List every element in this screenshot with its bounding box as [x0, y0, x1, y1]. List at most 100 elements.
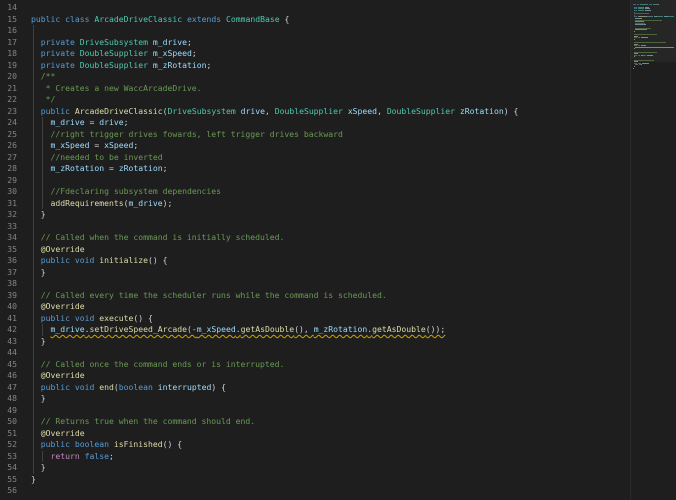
line-number: 25: [7, 128, 17, 139]
code-line[interactable]: 30 //Fdeclaring subsystem dependencies: [0, 186, 630, 198]
code-line[interactable]: 52 public boolean isFinished() {: [0, 439, 630, 451]
code-line[interactable]: 17 private DriveSubsystem m_drive;: [0, 37, 630, 49]
code-line[interactable]: 50 // Returns true when the command shou…: [0, 416, 630, 428]
line-number: 24: [7, 117, 17, 127]
line-number: 51: [7, 427, 17, 438]
variable-token: xSpeed: [104, 140, 134, 150]
code-line[interactable]: 51 @Override: [0, 428, 630, 440]
code-line[interactable]: 23 public ArcadeDriveClassic(DriveSubsys…: [0, 106, 630, 118]
line-number: 16: [7, 25, 17, 35]
comment-token: //needed to be inverted: [50, 151, 163, 162]
minimap-line: [634, 48, 635, 50]
code-line[interactable]: 14: [0, 2, 630, 14]
code-line[interactable]: 19 private DoubleSupplier m_zRotation;: [0, 60, 630, 72]
code-text: //Fdeclaring subsystem dependencies: [31, 186, 222, 198]
function-token: getAsDouble: [372, 324, 426, 334]
minimap-line: [641, 64, 642, 66]
punctuation-token: }: [40, 335, 46, 346]
code-line[interactable]: 37 }: [0, 267, 630, 279]
code-text: return false;: [31, 451, 114, 463]
code-line[interactable]: 34 // Called when the command is initial…: [0, 232, 630, 244]
minimap-line: [646, 37, 648, 39]
punctuation-token: );: [162, 197, 173, 208]
line-number: 15: [7, 13, 17, 24]
code-text: */: [31, 94, 56, 106]
code-line[interactable]: 18 private DoubleSupplier m_xSpeed;: [0, 48, 630, 60]
code-line[interactable]: 21 * Creates a new WaccArcadeDrive.: [0, 83, 630, 95]
keyword-token: private: [40, 36, 75, 47]
code-line[interactable]: 28 m_zRotation = zRotation;: [0, 163, 630, 175]
code-text: //needed to be inverted: [31, 152, 163, 164]
code-line[interactable]: 27 //needed to be inverted: [0, 152, 630, 164]
comment-token: //right trigger drives fowards, left tri…: [50, 128, 343, 139]
code-line[interactable]: 29: [0, 175, 630, 187]
punctuation-token: {: [279, 13, 290, 24]
code-line[interactable]: 49: [0, 405, 630, 417]
type-token: DoubleSupplier: [386, 105, 456, 116]
minimap-line: [657, 16, 663, 18]
line-number: 39: [7, 289, 17, 300]
line-number: 38: [7, 278, 17, 288]
code-line[interactable]: 15 public class ArcadeDriveClassic extend…: [0, 14, 630, 26]
code-line[interactable]: 33: [0, 221, 630, 233]
code-line[interactable]: 36 public void initialize() {: [0, 255, 630, 267]
code-line[interactable]: 53 return false;: [0, 451, 630, 463]
code-text: private DoubleSupplier m_xSpeed;: [31, 48, 197, 60]
code-line[interactable]: 42 m_drive.setDriveSpeed_Arcade(-m_xSpee…: [0, 324, 630, 336]
punctuation-token: ,: [264, 105, 275, 116]
code-line[interactable]: 55}: [0, 474, 630, 486]
code-line[interactable]: 22 */: [0, 94, 630, 106]
code-line[interactable]: 43 }: [0, 336, 630, 348]
code-text: public boolean isFinished() {: [31, 439, 182, 451]
line-number: 33: [7, 220, 17, 231]
minimap-line: [647, 62, 649, 64]
code-line[interactable]: 54 }: [0, 462, 630, 474]
punctuation-token: ) {: [211, 381, 226, 392]
code-text: // Called every time the scheduler runs …: [31, 290, 387, 302]
punctuation-token: ;: [123, 117, 129, 127]
minimap-line: [649, 3, 652, 5]
code-line[interactable]: 38: [0, 278, 630, 290]
line-number: 17: [7, 36, 17, 47]
code-line[interactable]: 39 // Called every time the scheduler ru…: [0, 290, 630, 302]
code-line[interactable]: 46 @Override: [0, 370, 630, 382]
code-line[interactable]: 16: [0, 25, 630, 37]
variable-token: m_zRotation: [152, 59, 207, 70]
line-number: 14: [7, 2, 17, 12]
code-line[interactable]: 40 @Override: [0, 301, 630, 313]
keyword-token: void: [74, 255, 95, 265]
code-text: // Returns true when the command should …: [31, 416, 255, 428]
code-line[interactable]: 20 /**: [0, 71, 630, 83]
punctuation-token: () {: [133, 312, 153, 323]
code-line[interactable]: 35 @Override: [0, 244, 630, 256]
variable-token: interrupted: [157, 381, 212, 392]
code-line[interactable]: 45 // Called once the command ends or is…: [0, 359, 630, 371]
line-number: 32: [7, 209, 17, 219]
code-line[interactable]: 48 }: [0, 393, 630, 405]
function-token: initialize: [99, 255, 148, 265]
line-number: 54: [7, 462, 17, 472]
code-line[interactable]: 56: [0, 485, 630, 497]
minimap-line: [634, 38, 635, 40]
minimap-line: [647, 16, 653, 18]
code-text: }: [31, 474, 36, 486]
code-line[interactable]: 47 public void end(boolean interrupted) …: [0, 382, 630, 394]
code-editor[interactable]: 14 15 public class ArcadeDriveClassic exte…: [0, 0, 630, 500]
punctuation-token: () {: [147, 255, 168, 265]
code-line[interactable]: 24 m_drive = drive;: [0, 117, 630, 129]
keyword-token: void: [74, 381, 95, 392]
minimap[interactable]: [630, 0, 676, 500]
punctuation-token: ;: [186, 36, 192, 47]
minimap-line: [639, 46, 648, 48]
variable-token: drive: [240, 105, 265, 116]
comment-token: * Creates a new WaccArcadeDrive.: [40, 82, 202, 93]
keyword-token: public: [40, 381, 70, 392]
code-line[interactable]: 32 }: [0, 209, 630, 221]
variable-token: m_drive: [50, 117, 85, 127]
code-line[interactable]: 41 public void execute() {: [0, 313, 630, 325]
code-line[interactable]: 31 addRequirements(m_drive);: [0, 198, 630, 210]
keyword-token: public: [31, 13, 61, 24]
code-line[interactable]: 25 //right trigger drives fowards, left …: [0, 129, 630, 141]
code-line[interactable]: 26 m_xSpeed = xSpeed;: [0, 140, 630, 152]
code-line[interactable]: 44: [0, 347, 630, 359]
